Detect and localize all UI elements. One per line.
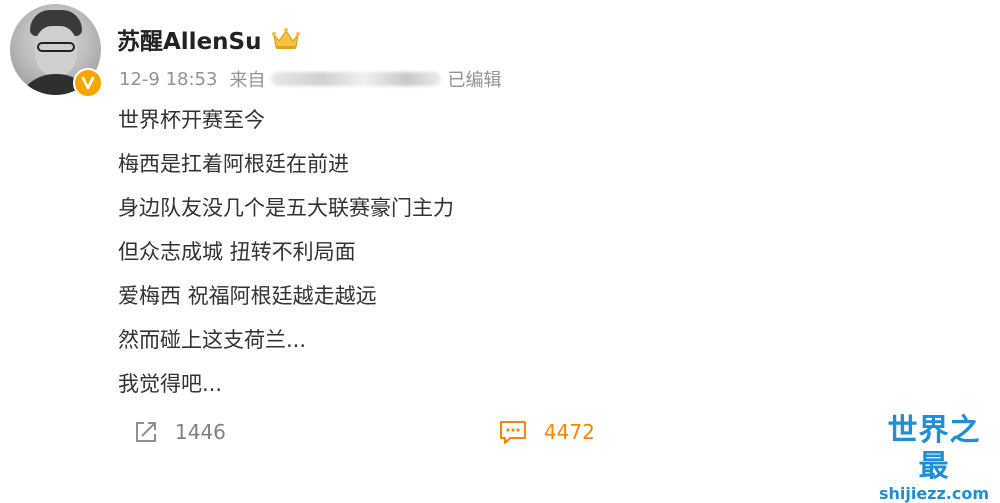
repost-count: 1446	[175, 420, 226, 444]
crown-icon[interactable]	[271, 27, 301, 51]
watermark-title: 世界之最	[887, 413, 981, 484]
source-prefix: 来自	[229, 70, 266, 91]
user-header: 苏醒AllenSu	[117, 22, 301, 56]
post-timestamp[interactable]: 12-9 18:53	[119, 69, 217, 90]
post-line: 我觉得吧...	[118, 372, 223, 396]
share-icon	[136, 422, 156, 442]
post-line: 身边队友没几个是五大联赛豪门主力	[118, 196, 454, 220]
username-link[interactable]: 苏醒AllenSu	[117, 22, 261, 56]
post-line: 然而碰上这支荷兰...	[118, 328, 307, 352]
post-line: 世界杯开赛至今	[118, 108, 265, 132]
comment-button[interactable]: 4472	[498, 419, 595, 445]
post-line: 爱梅西 祝福阿根廷越走越远	[118, 284, 377, 308]
post-line: 但众志成城 扭转不利局面	[118, 240, 356, 264]
comment-icon	[499, 421, 526, 444]
watermark: 世界之最 shijiezz.com	[873, 413, 995, 503]
verified-badge-icon	[73, 68, 103, 98]
comment-count: 4472	[543, 420, 595, 444]
avatar-glasses	[37, 42, 75, 52]
post-body: 世界杯开赛至今 梅西是扛着阿根廷在前进 身边队友没几个是五大联赛豪门主力 但众志…	[118, 98, 454, 406]
action-bar: 1446 4472	[133, 419, 595, 445]
post-line: 梅西是扛着阿根廷在前进	[118, 152, 349, 176]
post-meta: 12-9 18:53 来自 已编辑	[119, 66, 501, 92]
watermark-url: shijiezz.com	[878, 484, 990, 503]
blurred-source	[271, 72, 442, 86]
edited-label: 已编辑	[447, 70, 502, 91]
repost-button[interactable]: 1446	[133, 419, 226, 445]
